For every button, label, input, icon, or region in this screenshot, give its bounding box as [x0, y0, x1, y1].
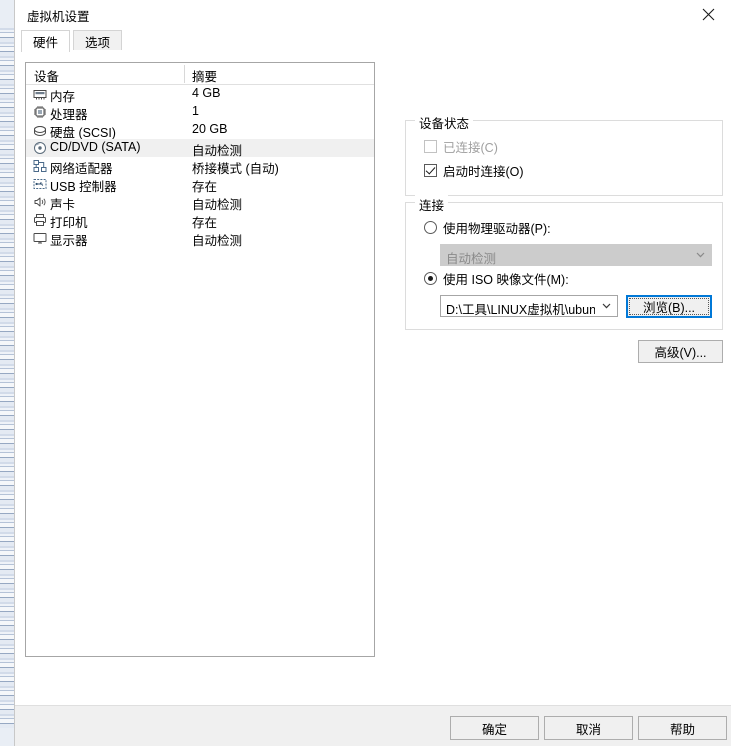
- help-button[interactable]: 帮助: [638, 716, 727, 740]
- iso-path-value: D:\工具\LINUX虚拟机\ubunt: [446, 303, 595, 317]
- table-row[interactable]: USB 控制器 存在: [26, 175, 374, 194]
- network-icon: [33, 159, 47, 173]
- radio-circle[interactable]: [424, 221, 437, 234]
- title-bar: 虚拟机设置: [15, 0, 731, 28]
- checkbox-connected: 已连接(C): [424, 137, 498, 156]
- device-state-group: 设备状态 已连接(C) 启动时连接(O): [405, 113, 723, 196]
- cddvd-icon: [33, 141, 47, 155]
- radio-circle[interactable]: [424, 272, 437, 285]
- display-icon: [33, 231, 47, 245]
- column-header-summary: 摘要: [192, 70, 218, 84]
- checkbox-box: [424, 140, 437, 153]
- table-row[interactable]: 网络适配器 桥接模式 (自动): [26, 157, 374, 176]
- device-list[interactable]: 设备 摘要 内存 4 GB 处理器 1 硬盘 (SCSI) 20 GB CD/D…: [25, 62, 375, 657]
- dialog-content: 设备 摘要 内存 4 GB 处理器 1 硬盘 (SCSI) 20 GB CD/D…: [15, 50, 731, 742]
- background-window-strip: [0, 28, 14, 728]
- table-row[interactable]: 显示器 自动检测: [26, 229, 374, 248]
- device-name: CD/DVD (SATA): [50, 140, 141, 154]
- radio-use-iso-image[interactable]: 使用 ISO 映像文件(M):: [424, 269, 569, 288]
- iso-path-select[interactable]: D:\工具\LINUX虚拟机\ubunt: [440, 295, 618, 317]
- device-summary: 4 GB: [192, 86, 221, 100]
- checkbox-label: 已连接(C): [443, 141, 498, 155]
- table-row[interactable]: 打印机 存在: [26, 211, 374, 230]
- column-header-device: 设备: [34, 70, 60, 84]
- dialog-footer: 确定 取消 帮助: [15, 705, 731, 746]
- ok-button[interactable]: 确定: [450, 716, 539, 740]
- table-row[interactable]: 硬盘 (SCSI) 20 GB: [26, 121, 374, 140]
- connection-title: 连接: [415, 195, 449, 214]
- processor-icon: [33, 105, 47, 119]
- table-row[interactable]: 处理器 1: [26, 103, 374, 122]
- table-row[interactable]: 内存 4 GB: [26, 85, 374, 104]
- device-summary: 20 GB: [192, 122, 228, 136]
- chevron-down-icon[interactable]: [602, 296, 611, 316]
- vm-settings-dialog: 虚拟机设置 硬件 选项 设备 摘要 内存 4 GB 处理器 1 硬盘 (SCSI…: [14, 0, 731, 746]
- radio-label: 使用物理驱动器(P):: [443, 222, 551, 236]
- radio-label: 使用 ISO 映像文件(M):: [443, 273, 569, 287]
- window-title: 虚拟机设置: [27, 10, 90, 24]
- browse-button-label: 浏览(B)...: [642, 301, 696, 315]
- checkbox-box[interactable]: [424, 164, 437, 177]
- table-row[interactable]: 声卡 自动检测: [26, 193, 374, 212]
- harddisk-icon: [33, 123, 47, 137]
- column-separator: [184, 65, 185, 83]
- close-icon[interactable]: [686, 0, 731, 28]
- checkbox-connect-at-poweron[interactable]: 启动时连接(O): [424, 161, 524, 180]
- sound-icon: [33, 195, 47, 209]
- physical-drive-select: 自动检测: [440, 244, 712, 266]
- chevron-down-icon: [696, 245, 705, 265]
- tab-bar: 硬件 选项: [15, 28, 731, 52]
- checkbox-label: 启动时连接(O): [443, 165, 524, 179]
- advanced-button[interactable]: 高级(V)...: [638, 340, 723, 363]
- browse-button[interactable]: 浏览(B)...: [626, 295, 712, 318]
- device-list-header: 设备 摘要: [26, 63, 374, 85]
- tab-hardware[interactable]: 硬件: [21, 30, 71, 52]
- device-summary: 自动检测: [192, 234, 243, 248]
- device-state-title: 设备状态: [415, 113, 474, 132]
- radio-use-physical-drive[interactable]: 使用物理驱动器(P):: [424, 218, 551, 237]
- device-name: 显示器: [50, 234, 88, 248]
- physical-drive-value: 自动检测: [446, 252, 497, 266]
- cancel-button[interactable]: 取消: [544, 716, 633, 740]
- printer-icon: [33, 213, 47, 227]
- device-summary: 1: [192, 104, 199, 118]
- usb-icon: [33, 177, 47, 191]
- memory-icon: [33, 87, 47, 101]
- tab-options[interactable]: 选项: [73, 30, 123, 52]
- table-row-cddvd-selected[interactable]: CD/DVD (SATA) 自动检测: [26, 139, 374, 158]
